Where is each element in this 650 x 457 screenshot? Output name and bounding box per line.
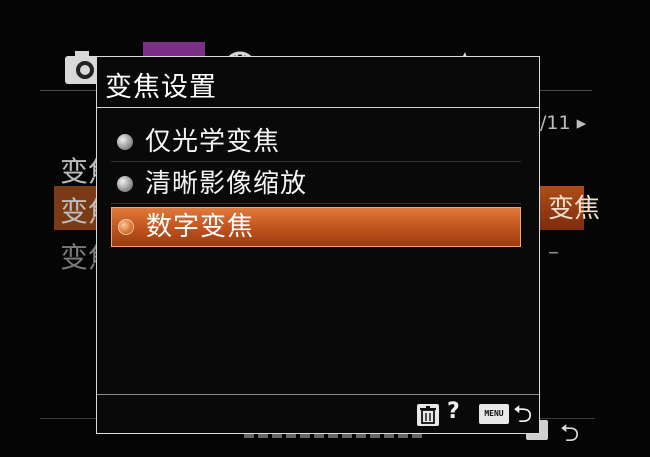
radio-selected-icon bbox=[118, 219, 134, 235]
trash-icon[interactable] bbox=[417, 404, 439, 426]
option-divider bbox=[111, 203, 521, 204]
option-clear-image-zoom[interactable]: 清晰影像缩放 bbox=[111, 165, 521, 203]
option-digital-zoom[interactable]: 数字变焦 bbox=[111, 207, 521, 247]
zoom-setting-dialog: 变焦设置 仅光学变焦 清晰影像缩放 数字变焦 ? MENU ⮌ bbox=[96, 56, 540, 434]
back-icon[interactable]: ⮌ bbox=[513, 397, 532, 438]
option-optical-zoom-only[interactable]: 仅光学变焦 bbox=[111, 123, 521, 161]
menu-key-icon[interactable]: MENU bbox=[479, 404, 509, 424]
background-dimmed-value: – bbox=[548, 240, 559, 265]
option-label: 清晰影像缩放 bbox=[145, 169, 308, 199]
dialog-title: 变焦设置 bbox=[105, 72, 217, 103]
option-label: 数字变焦 bbox=[146, 212, 255, 242]
back-icon: ⮌ bbox=[560, 419, 580, 447]
dialog-footer-divider bbox=[97, 394, 539, 395]
radio-unselected-icon bbox=[117, 134, 133, 150]
help-icon[interactable]: ? bbox=[447, 399, 460, 424]
option-label: 仅光学变焦 bbox=[145, 127, 281, 157]
option-divider bbox=[111, 161, 521, 162]
page-indicator: /11 ▸ bbox=[540, 112, 587, 134]
title-divider bbox=[97, 107, 539, 108]
background-selected-value: 变焦 bbox=[548, 194, 601, 224]
radio-unselected-icon bbox=[117, 176, 133, 192]
page-dots bbox=[244, 434, 424, 438]
